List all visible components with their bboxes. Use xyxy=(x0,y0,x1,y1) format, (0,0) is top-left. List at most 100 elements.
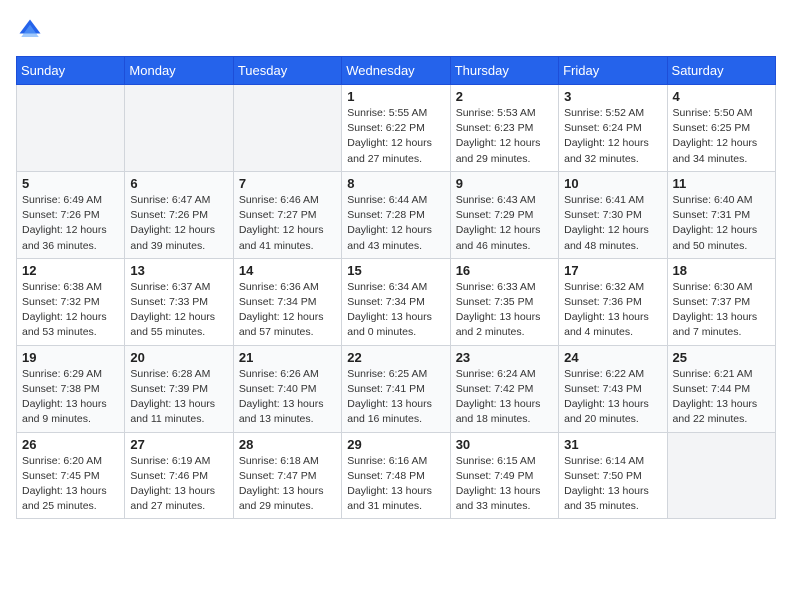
calendar-week-5: 26 Sunrise: 6:20 AM Sunset: 7:45 PM Dayli… xyxy=(17,432,776,519)
col-header-tuesday: Tuesday xyxy=(233,57,341,85)
calendar-cell xyxy=(17,85,125,172)
col-header-saturday: Saturday xyxy=(667,57,775,85)
col-header-wednesday: Wednesday xyxy=(342,57,450,85)
cell-info: Sunrise: 6:16 AM Sunset: 7:48 PM Dayligh… xyxy=(347,454,444,515)
calendar-cell xyxy=(125,85,233,172)
calendar-cell: 18 Sunrise: 6:30 AM Sunset: 7:37 PM Dayli… xyxy=(667,258,775,345)
cell-info: Sunrise: 6:44 AM Sunset: 7:28 PM Dayligh… xyxy=(347,193,444,254)
calendar-week-3: 12 Sunrise: 6:38 AM Sunset: 7:32 PM Dayli… xyxy=(17,258,776,345)
cell-info: Sunrise: 6:49 AM Sunset: 7:26 PM Dayligh… xyxy=(22,193,119,254)
cell-day-number: 17 xyxy=(564,263,661,278)
logo xyxy=(16,16,48,44)
cell-day-number: 29 xyxy=(347,437,444,452)
cell-day-number: 26 xyxy=(22,437,119,452)
calendar-cell: 24 Sunrise: 6:22 AM Sunset: 7:43 PM Dayli… xyxy=(559,345,667,432)
cell-info: Sunrise: 6:46 AM Sunset: 7:27 PM Dayligh… xyxy=(239,193,336,254)
logo-icon xyxy=(16,16,44,44)
calendar-week-1: 1 Sunrise: 5:55 AM Sunset: 6:22 PM Daylig… xyxy=(17,85,776,172)
calendar-table: SundayMondayTuesdayWednesdayThursdayFrid… xyxy=(16,56,776,519)
cell-day-number: 28 xyxy=(239,437,336,452)
cell-info: Sunrise: 6:20 AM Sunset: 7:45 PM Dayligh… xyxy=(22,454,119,515)
col-header-sunday: Sunday xyxy=(17,57,125,85)
cell-day-number: 11 xyxy=(673,176,770,191)
cell-day-number: 16 xyxy=(456,263,553,278)
cell-day-number: 9 xyxy=(456,176,553,191)
calendar-cell: 14Sunrise: 6:36 AM Sunset: 7:34 PM Dayli… xyxy=(233,258,341,345)
calendar-week-4: 19 Sunrise: 6:29 AM Sunset: 7:38 PM Dayli… xyxy=(17,345,776,432)
cell-info: Sunrise: 5:50 AM Sunset: 6:25 PM Dayligh… xyxy=(673,106,770,167)
cell-info: Sunrise: 6:15 AM Sunset: 7:49 PM Dayligh… xyxy=(456,454,553,515)
cell-info: Sunrise: 6:21 AM Sunset: 7:44 PM Dayligh… xyxy=(673,367,770,428)
calendar-cell: 28 Sunrise: 6:18 AM Sunset: 7:47 PM Dayli… xyxy=(233,432,341,519)
cell-day-number: 6 xyxy=(130,176,227,191)
calendar-header: SundayMondayTuesdayWednesdayThursdayFrid… xyxy=(17,57,776,85)
calendar-cell: 6Sunrise: 6:47 AM Sunset: 7:26 PM Daylig… xyxy=(125,171,233,258)
cell-day-number: 7 xyxy=(239,176,336,191)
calendar-cell: 13Sunrise: 6:37 AM Sunset: 7:33 PM Dayli… xyxy=(125,258,233,345)
cell-day-number: 3 xyxy=(564,89,661,104)
cell-day-number: 23 xyxy=(456,350,553,365)
cell-day-number: 4 xyxy=(673,89,770,104)
cell-day-number: 18 xyxy=(673,263,770,278)
calendar-cell: 19 Sunrise: 6:29 AM Sunset: 7:38 PM Dayli… xyxy=(17,345,125,432)
cell-info: Sunrise: 6:36 AM Sunset: 7:34 PM Dayligh… xyxy=(239,280,336,341)
cell-info: Sunrise: 6:34 AM Sunset: 7:34 PM Dayligh… xyxy=(347,280,444,341)
calendar-cell: 26 Sunrise: 6:20 AM Sunset: 7:45 PM Dayli… xyxy=(17,432,125,519)
cell-day-number: 31 xyxy=(564,437,661,452)
cell-info: Sunrise: 6:38 AM Sunset: 7:32 PM Dayligh… xyxy=(22,280,119,341)
page-header xyxy=(16,16,776,44)
cell-info: Sunrise: 6:30 AM Sunset: 7:37 PM Dayligh… xyxy=(673,280,770,341)
cell-info: Sunrise: 6:24 AM Sunset: 7:42 PM Dayligh… xyxy=(456,367,553,428)
calendar-cell: 16Sunrise: 6:33 AM Sunset: 7:35 PM Dayli… xyxy=(450,258,558,345)
cell-day-number: 25 xyxy=(673,350,770,365)
cell-day-number: 30 xyxy=(456,437,553,452)
cell-info: Sunrise: 6:40 AM Sunset: 7:31 PM Dayligh… xyxy=(673,193,770,254)
calendar-cell xyxy=(667,432,775,519)
calendar-cell: 27Sunrise: 6:19 AM Sunset: 7:46 PM Dayli… xyxy=(125,432,233,519)
cell-day-number: 1 xyxy=(347,89,444,104)
cell-day-number: 12 xyxy=(22,263,119,278)
cell-day-number: 21 xyxy=(239,350,336,365)
col-header-thursday: Thursday xyxy=(450,57,558,85)
cell-info: Sunrise: 6:25 AM Sunset: 7:41 PM Dayligh… xyxy=(347,367,444,428)
cell-info: Sunrise: 5:53 AM Sunset: 6:23 PM Dayligh… xyxy=(456,106,553,167)
calendar-cell: 4 Sunrise: 5:50 AM Sunset: 6:25 PM Daylig… xyxy=(667,85,775,172)
cell-day-number: 20 xyxy=(130,350,227,365)
cell-day-number: 8 xyxy=(347,176,444,191)
cell-day-number: 10 xyxy=(564,176,661,191)
calendar-cell: 25 Sunrise: 6:21 AM Sunset: 7:44 PM Dayli… xyxy=(667,345,775,432)
cell-info: Sunrise: 6:18 AM Sunset: 7:47 PM Dayligh… xyxy=(239,454,336,515)
calendar-cell: 17 Sunrise: 6:32 AM Sunset: 7:36 PM Dayli… xyxy=(559,258,667,345)
cell-info: Sunrise: 6:32 AM Sunset: 7:36 PM Dayligh… xyxy=(564,280,661,341)
calendar-cell: 23 Sunrise: 6:24 AM Sunset: 7:42 PM Dayli… xyxy=(450,345,558,432)
cell-info: Sunrise: 6:14 AM Sunset: 7:50 PM Dayligh… xyxy=(564,454,661,515)
calendar-cell: 2Sunrise: 5:53 AM Sunset: 6:23 PM Daylig… xyxy=(450,85,558,172)
cell-day-number: 24 xyxy=(564,350,661,365)
calendar-cell: 30 Sunrise: 6:15 AM Sunset: 7:49 PM Dayli… xyxy=(450,432,558,519)
cell-day-number: 19 xyxy=(22,350,119,365)
calendar-week-2: 5 Sunrise: 6:49 AM Sunset: 7:26 PM Daylig… xyxy=(17,171,776,258)
calendar-cell: 7 Sunrise: 6:46 AM Sunset: 7:27 PM Daylig… xyxy=(233,171,341,258)
calendar-cell: 21Sunrise: 6:26 AM Sunset: 7:40 PM Dayli… xyxy=(233,345,341,432)
cell-day-number: 5 xyxy=(22,176,119,191)
calendar-cell: 15 Sunrise: 6:34 AM Sunset: 7:34 PM Dayli… xyxy=(342,258,450,345)
calendar-cell: 8 Sunrise: 6:44 AM Sunset: 7:28 PM Daylig… xyxy=(342,171,450,258)
calendar-cell: 3 Sunrise: 5:52 AM Sunset: 6:24 PM Daylig… xyxy=(559,85,667,172)
cell-day-number: 15 xyxy=(347,263,444,278)
cell-info: Sunrise: 6:19 AM Sunset: 7:46 PM Dayligh… xyxy=(130,454,227,515)
calendar-cell xyxy=(233,85,341,172)
calendar-cell: 20 Sunrise: 6:28 AM Sunset: 7:39 PM Dayli… xyxy=(125,345,233,432)
cell-info: Sunrise: 5:55 AM Sunset: 6:22 PM Dayligh… xyxy=(347,106,444,167)
cell-info: Sunrise: 6:22 AM Sunset: 7:43 PM Dayligh… xyxy=(564,367,661,428)
calendar-cell: 9 Sunrise: 6:43 AM Sunset: 7:29 PM Daylig… xyxy=(450,171,558,258)
cell-info: Sunrise: 6:28 AM Sunset: 7:39 PM Dayligh… xyxy=(130,367,227,428)
col-header-friday: Friday xyxy=(559,57,667,85)
calendar-cell: 29 Sunrise: 6:16 AM Sunset: 7:48 PM Dayli… xyxy=(342,432,450,519)
cell-info: Sunrise: 5:52 AM Sunset: 6:24 PM Dayligh… xyxy=(564,106,661,167)
col-header-monday: Monday xyxy=(125,57,233,85)
cell-info: Sunrise: 6:29 AM Sunset: 7:38 PM Dayligh… xyxy=(22,367,119,428)
cell-info: Sunrise: 6:43 AM Sunset: 7:29 PM Dayligh… xyxy=(456,193,553,254)
cell-day-number: 22 xyxy=(347,350,444,365)
calendar-cell: 11 Sunrise: 6:40 AM Sunset: 7:31 PM Dayli… xyxy=(667,171,775,258)
calendar-cell: 1 Sunrise: 5:55 AM Sunset: 6:22 PM Daylig… xyxy=(342,85,450,172)
